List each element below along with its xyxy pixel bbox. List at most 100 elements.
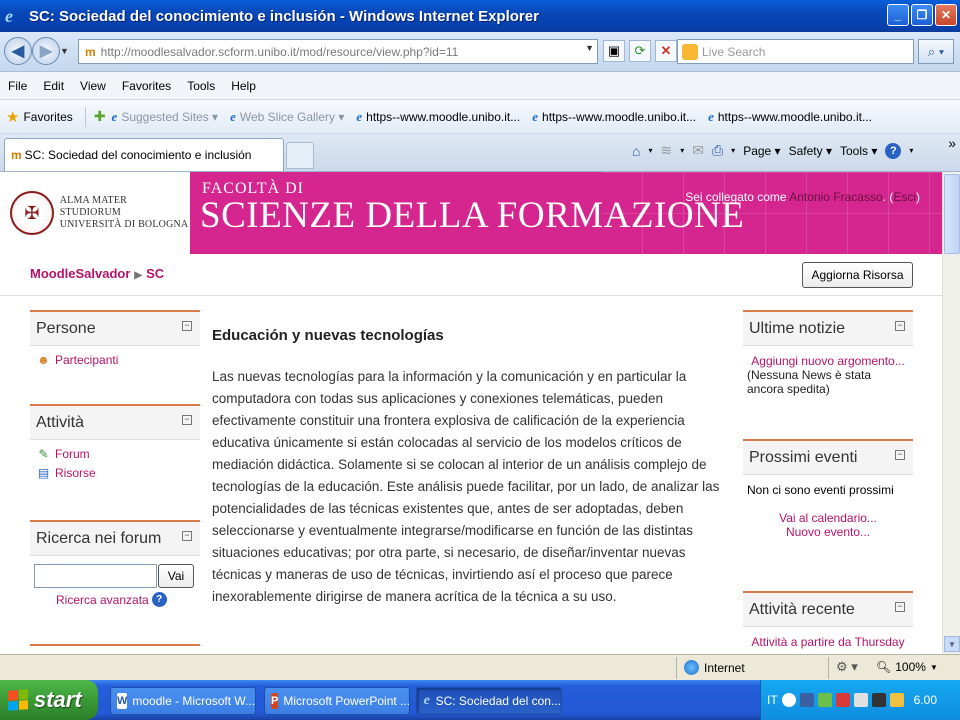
volume-icon[interactable] (853, 693, 868, 707)
menu-tools[interactable]: Tools (187, 79, 215, 93)
favorites-star-icon: ★ (6, 108, 20, 126)
clock[interactable]: 6.00 (914, 693, 937, 707)
new-tab-button[interactable] (286, 142, 314, 169)
collapse-icon[interactable]: − (895, 602, 905, 612)
user-link[interactable]: Antonio Fracasso (789, 190, 882, 204)
recent-pages-dropdown-icon[interactable]: ▼ (60, 46, 69, 56)
window-controls: _ ❐ ✕ (887, 4, 957, 26)
collapse-icon[interactable]: − (182, 531, 192, 541)
menu-favorites[interactable]: Favorites (122, 79, 171, 93)
calendar-link[interactable]: Vai al calendario... (747, 511, 909, 525)
word-icon: W (117, 693, 128, 709)
block-header: Attività − (30, 406, 200, 440)
logout-link[interactable]: Esci (893, 190, 916, 204)
forward-button[interactable]: ▶ (32, 37, 60, 65)
new-event-link[interactable]: Nuovo evento... (747, 525, 909, 539)
favorite-web-slice-gallery[interactable]: e Web Slice Gallery ▾ (230, 109, 344, 125)
favorite-link[interactable]: e https--www.moodle.unibo.it... (356, 109, 520, 125)
tab-active[interactable]: m SC: Sociedad del conocimiento e inclus… (4, 138, 284, 171)
search-button[interactable]: ⌕ ▾ (918, 39, 954, 64)
menu-view[interactable]: View (80, 79, 106, 93)
home-icon[interactable]: ⌂ (632, 143, 640, 159)
favorites-bar: ★ Favorites ✚ e Suggested Sites ▾ e Web Sl… (0, 100, 960, 134)
taskbar-item-powerpoint[interactable]: P Microsoft PowerPoint ... (264, 687, 410, 715)
resource-title: Educación y nuevas tecnologías (212, 327, 444, 344)
block-header: Persone − (30, 312, 200, 346)
update-icon[interactable] (889, 693, 904, 707)
protected-mode-icon[interactable]: ⚙ ▾ (836, 659, 858, 675)
menu-edit[interactable]: Edit (43, 79, 64, 93)
block-header: Attività recente − (743, 593, 913, 627)
security-shield-icon[interactable] (817, 693, 832, 707)
latest-news-block: Ultime notizie − Aggiungi nuovo argoment… (743, 310, 913, 420)
internet-globe-icon (684, 660, 699, 675)
minimize-button[interactable]: _ (887, 4, 909, 26)
taskbar-item-internet-explorer[interactable]: e SC: Sociedad del con... (416, 687, 562, 715)
resources-link[interactable]: ▤ Risorse (36, 465, 194, 480)
forum-icon: ✎ (38, 446, 49, 461)
breadcrumb-home[interactable]: MoodleSalvador (30, 266, 130, 281)
menu-file[interactable]: File (8, 79, 27, 93)
help-icon[interactable]: ? (885, 142, 902, 159)
scroll-down-button[interactable]: ▼ (944, 636, 960, 652)
menu-help[interactable]: Help (231, 79, 256, 93)
collapse-icon[interactable]: − (182, 321, 192, 331)
no-news-text: (Nessuna News è stata ancora spedita) (747, 368, 872, 396)
forum-search-block: Ricerca nei forum − Vai Ricerca avanzata… (30, 520, 200, 640)
window-titlebar[interactable]: e SC: Sociedad del conocimiento e inclus… (0, 0, 960, 32)
page-menu[interactable]: Page ▾ (743, 144, 780, 158)
university-logo[interactable]: ✠ ALMA MATER STUDIORUM UNIVERSITÀ DI BOL… (0, 172, 190, 254)
add-favorites-icon[interactable]: ✚ (94, 108, 106, 125)
close-button[interactable]: ✕ (935, 4, 957, 26)
forum-link[interactable]: ✎ Forum (36, 446, 194, 461)
address-dropdown-icon[interactable]: ▼ (585, 43, 594, 53)
update-resource-button[interactable]: Aggiorna Risorsa (802, 262, 913, 288)
stop-icon[interactable]: ✕ (655, 40, 677, 62)
tray-arrow-icon[interactable] (781, 693, 796, 707)
back-button[interactable]: ◀ (4, 37, 32, 65)
language-indicator[interactable]: IT (767, 693, 778, 707)
activities-block: Attività − ✎ Forum ▤ Risorse (30, 404, 200, 504)
compatibility-view-icon[interactable]: ▣ (603, 40, 625, 62)
refresh-icon[interactable]: ⟳ (629, 40, 651, 62)
mail-icon[interactable]: ✉ (692, 142, 704, 159)
print-icon[interactable]: ⎙ (712, 142, 723, 159)
favorite-link[interactable]: e https--www.moodle.unibo.it... (708, 109, 872, 125)
block-header: Ricerca nei forum − (30, 522, 200, 556)
address-input[interactable]: m http://moodlesalvador.scform.unibo.it/… (78, 39, 598, 64)
taskbar-item-word[interactable]: W moodle - Microsoft W... (110, 687, 256, 715)
scrollbar-thumb[interactable] (944, 174, 960, 254)
forum-search-button[interactable]: Vai (158, 564, 194, 588)
block-header: Ultime notizie − (743, 312, 913, 346)
advanced-search-link[interactable]: Ricerca avanzata ? (34, 592, 196, 607)
security-zone[interactable]: Internet (684, 660, 745, 675)
favorite-suggested-sites[interactable]: e Suggested Sites ▾ (112, 109, 219, 125)
recent-activity-since[interactable]: Attività a partire da Thursday (747, 635, 909, 649)
network-icon[interactable] (799, 693, 814, 707)
search-input[interactable]: Live Search (677, 39, 914, 64)
start-button[interactable]: start (0, 680, 98, 720)
collapse-icon[interactable]: − (182, 415, 192, 425)
printer-tray-icon[interactable] (871, 693, 886, 707)
tab-bar: m SC: Sociedad del conocimiento e inclus… (0, 134, 960, 172)
collapse-icon[interactable]: − (895, 321, 905, 331)
more-commands-chevron-icon[interactable]: » (948, 135, 956, 151)
antivirus-icon[interactable] (835, 693, 850, 707)
maximize-button[interactable]: ❐ (911, 4, 933, 26)
zoom-level[interactable]: 🔍︎ 100% ▼ (876, 660, 938, 674)
tools-menu[interactable]: Tools ▾ (840, 144, 877, 158)
forum-search-input[interactable] (34, 564, 157, 588)
help-icon[interactable]: ? (151, 592, 167, 607)
people-block: Persone − ☻ Partecipanti (30, 310, 200, 404)
breadcrumb-course[interactable]: SC (146, 266, 164, 281)
add-topic-link[interactable]: Aggiungi nuovo argomento... (747, 354, 909, 368)
favorites-button[interactable]: Favorites (23, 110, 72, 124)
participants-link[interactable]: ☻ Partecipanti (36, 352, 194, 367)
page-scrollbar[interactable]: ▼ (942, 172, 960, 654)
collapse-icon[interactable]: − (895, 450, 905, 460)
favorite-link[interactable]: e https--www.moodle.unibo.it... (532, 109, 696, 125)
powerpoint-icon: P (271, 693, 279, 709)
feeds-icon[interactable]: ≋ (660, 142, 672, 159)
safety-menu[interactable]: Safety ▾ (789, 144, 832, 158)
breadcrumb: MoodleSalvador ▶ SC (30, 266, 164, 281)
